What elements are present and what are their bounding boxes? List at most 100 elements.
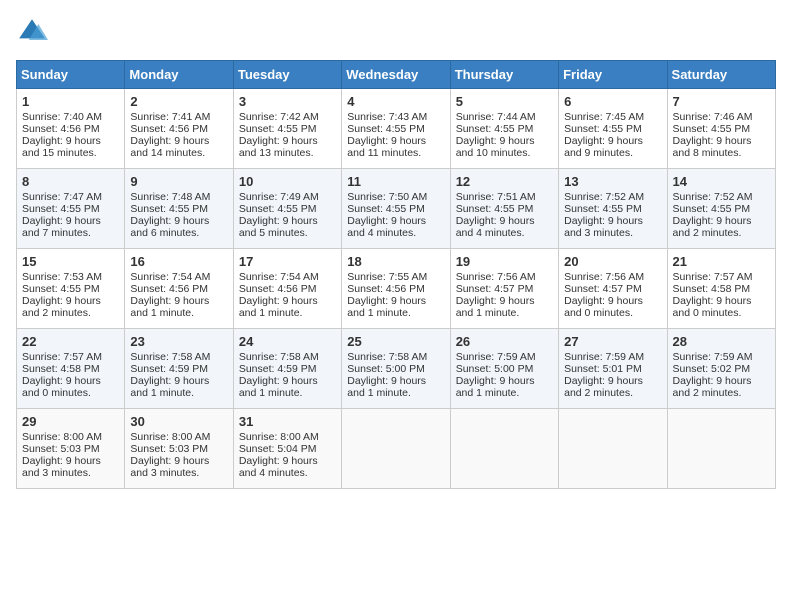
calendar-cell: 29Sunrise: 8:00 AMSunset: 5:03 PMDayligh…	[17, 409, 125, 489]
day-number: 1	[22, 94, 119, 109]
daylight: Daylight: 9 hours and 3 minutes.	[130, 455, 209, 479]
sunset: Sunset: 5:03 PM	[130, 443, 208, 455]
sunset: Sunset: 5:02 PM	[673, 363, 751, 375]
sunrise: Sunrise: 7:51 AM	[456, 191, 536, 203]
sunrise: Sunrise: 7:48 AM	[130, 191, 210, 203]
sunset: Sunset: 5:00 PM	[456, 363, 534, 375]
day-number: 23	[130, 334, 227, 349]
day-number: 11	[347, 174, 444, 189]
day-number: 28	[673, 334, 770, 349]
calendar-cell: 4Sunrise: 7:43 AMSunset: 4:55 PMDaylight…	[342, 89, 450, 169]
daylight: Daylight: 9 hours and 0 minutes.	[22, 375, 101, 399]
logo-icon	[16, 16, 48, 48]
week-row-5: 29Sunrise: 8:00 AMSunset: 5:03 PMDayligh…	[17, 409, 776, 489]
sunrise: Sunrise: 7:42 AM	[239, 111, 319, 123]
daylight: Daylight: 9 hours and 2 minutes.	[673, 375, 752, 399]
daylight: Daylight: 9 hours and 1 minute.	[239, 295, 318, 319]
daylight: Daylight: 9 hours and 13 minutes.	[239, 135, 318, 159]
calendar-cell: 7Sunrise: 7:46 AMSunset: 4:55 PMDaylight…	[667, 89, 775, 169]
week-row-1: 1Sunrise: 7:40 AMSunset: 4:56 PMDaylight…	[17, 89, 776, 169]
sunset: Sunset: 4:55 PM	[347, 123, 425, 135]
daylight: Daylight: 9 hours and 5 minutes.	[239, 215, 318, 239]
calendar-cell: 9 Sunrise: 7:48 AMSunset: 4:55 PMDaylight…	[125, 169, 233, 249]
sunset: Sunset: 4:55 PM	[564, 203, 642, 215]
day-number: 13	[564, 174, 661, 189]
sunrise: Sunrise: 8:00 AM	[22, 431, 102, 443]
page-header	[16, 16, 776, 48]
week-row-3: 15Sunrise: 7:53 AMSunset: 4:55 PMDayligh…	[17, 249, 776, 329]
daylight: Daylight: 9 hours and 1 minute.	[347, 295, 426, 319]
daylight: Daylight: 9 hours and 2 minutes.	[673, 215, 752, 239]
sunrise: Sunrise: 7:58 AM	[347, 351, 427, 363]
daylight: Daylight: 9 hours and 6 minutes.	[130, 215, 209, 239]
daylight: Daylight: 9 hours and 4 minutes.	[239, 455, 318, 479]
week-row-2: 8Sunrise: 7:47 AMSunset: 4:55 PMDaylight…	[17, 169, 776, 249]
daylight: Daylight: 9 hours and 2 minutes.	[22, 295, 101, 319]
calendar-cell: 17Sunrise: 7:54 AMSunset: 4:56 PMDayligh…	[233, 249, 341, 329]
sunset: Sunset: 4:56 PM	[130, 123, 208, 135]
calendar-cell: 31Sunrise: 8:00 AMSunset: 5:04 PMDayligh…	[233, 409, 341, 489]
sunset: Sunset: 4:55 PM	[130, 203, 208, 215]
daylight: Daylight: 9 hours and 14 minutes.	[130, 135, 209, 159]
sunrise: Sunrise: 7:47 AM	[22, 191, 102, 203]
sunset: Sunset: 4:59 PM	[239, 363, 317, 375]
day-number: 8	[22, 174, 119, 189]
day-number: 3	[239, 94, 336, 109]
sunrise: Sunrise: 7:45 AM	[564, 111, 644, 123]
sunrise: Sunrise: 7:57 AM	[22, 351, 102, 363]
daylight: Daylight: 9 hours and 1 minute.	[456, 295, 535, 319]
day-number: 2	[130, 94, 227, 109]
day-header-friday: Friday	[559, 61, 667, 89]
calendar-cell: 12Sunrise: 7:51 AMSunset: 4:55 PMDayligh…	[450, 169, 558, 249]
sunrise: Sunrise: 7:41 AM	[130, 111, 210, 123]
day-number: 30	[130, 414, 227, 429]
calendar-cell: 2 Sunrise: 7:41 AMSunset: 4:56 PMDaylight…	[125, 89, 233, 169]
daylight: Daylight: 9 hours and 7 minutes.	[22, 215, 101, 239]
calendar-cell: 21Sunrise: 7:57 AMSunset: 4:58 PMDayligh…	[667, 249, 775, 329]
sunrise: Sunrise: 7:53 AM	[22, 271, 102, 283]
day-number: 25	[347, 334, 444, 349]
sunset: Sunset: 4:58 PM	[22, 363, 100, 375]
daylight: Daylight: 9 hours and 1 minute.	[456, 375, 535, 399]
calendar-cell: 11Sunrise: 7:50 AMSunset: 4:55 PMDayligh…	[342, 169, 450, 249]
sunset: Sunset: 4:57 PM	[456, 283, 534, 295]
calendar-cell: 18Sunrise: 7:55 AMSunset: 4:56 PMDayligh…	[342, 249, 450, 329]
sunset: Sunset: 4:56 PM	[239, 283, 317, 295]
day-number: 14	[673, 174, 770, 189]
sunset: Sunset: 4:55 PM	[347, 203, 425, 215]
sunrise: Sunrise: 7:59 AM	[456, 351, 536, 363]
sunrise: Sunrise: 7:57 AM	[673, 271, 753, 283]
daylight: Daylight: 9 hours and 4 minutes.	[347, 215, 426, 239]
day-number: 9	[130, 174, 227, 189]
header-row: SundayMondayTuesdayWednesdayThursdayFrid…	[17, 61, 776, 89]
day-number: 15	[22, 254, 119, 269]
sunset: Sunset: 4:58 PM	[673, 283, 751, 295]
calendar-cell	[342, 409, 450, 489]
daylight: Daylight: 9 hours and 0 minutes.	[564, 295, 643, 319]
day-number: 19	[456, 254, 553, 269]
day-header-wednesday: Wednesday	[342, 61, 450, 89]
daylight: Daylight: 9 hours and 4 minutes.	[456, 215, 535, 239]
calendar-cell: 27Sunrise: 7:59 AMSunset: 5:01 PMDayligh…	[559, 329, 667, 409]
sunrise: Sunrise: 7:52 AM	[564, 191, 644, 203]
day-header-tuesday: Tuesday	[233, 61, 341, 89]
sunrise: Sunrise: 7:43 AM	[347, 111, 427, 123]
calendar-cell: 15Sunrise: 7:53 AMSunset: 4:55 PMDayligh…	[17, 249, 125, 329]
daylight: Daylight: 9 hours and 1 minute.	[347, 375, 426, 399]
daylight: Daylight: 9 hours and 0 minutes.	[673, 295, 752, 319]
calendar-cell: 28Sunrise: 7:59 AMSunset: 5:02 PMDayligh…	[667, 329, 775, 409]
day-number: 22	[22, 334, 119, 349]
sunset: Sunset: 4:56 PM	[130, 283, 208, 295]
calendar-cell: 25Sunrise: 7:58 AMSunset: 5:00 PMDayligh…	[342, 329, 450, 409]
sunrise: Sunrise: 7:55 AM	[347, 271, 427, 283]
calendar-cell	[667, 409, 775, 489]
calendar-cell: 5Sunrise: 7:44 AMSunset: 4:55 PMDaylight…	[450, 89, 558, 169]
calendar-cell: 16Sunrise: 7:54 AMSunset: 4:56 PMDayligh…	[125, 249, 233, 329]
calendar-cell: 26Sunrise: 7:59 AMSunset: 5:00 PMDayligh…	[450, 329, 558, 409]
sunset: Sunset: 4:55 PM	[673, 203, 751, 215]
sunrise: Sunrise: 7:56 AM	[564, 271, 644, 283]
day-number: 7	[673, 94, 770, 109]
daylight: Daylight: 9 hours and 9 minutes.	[564, 135, 643, 159]
sunrise: Sunrise: 8:00 AM	[130, 431, 210, 443]
calendar-cell: 14Sunrise: 7:52 AMSunset: 4:55 PMDayligh…	[667, 169, 775, 249]
